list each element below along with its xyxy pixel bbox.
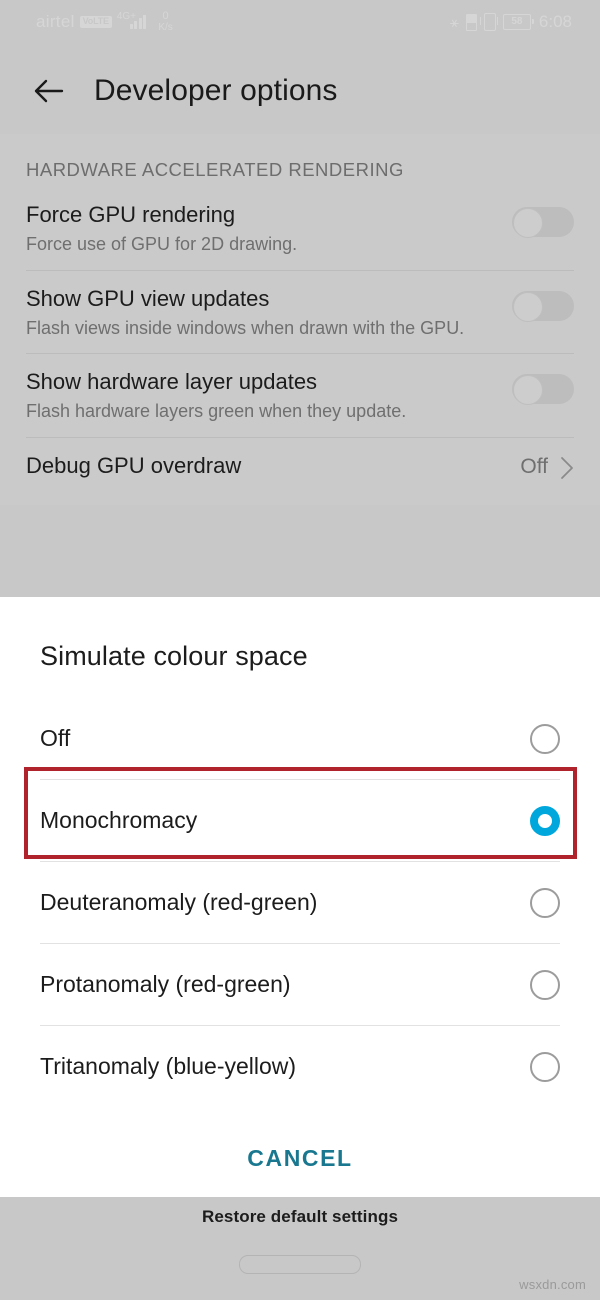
- home-indicator-pill[interactable]: [239, 1255, 361, 1274]
- status-bar-right: ⚹ 58 6:08: [450, 12, 572, 32]
- option-row-monochromacy[interactable]: Monochromacy: [0, 780, 600, 861]
- setting-row-force-gpu-rendering[interactable]: Force GPU rendering Force use of GPU for…: [0, 187, 600, 270]
- radio-button-off[interactable]: [530, 723, 560, 754]
- data-rate-unit: K/s: [158, 22, 173, 33]
- carrier-label: airtel: [36, 12, 75, 31]
- volte-badge-icon: VoLTE: [79, 16, 112, 28]
- setting-title: Show hardware layer updates: [26, 369, 318, 395]
- watermark-label: wsxdn.com: [519, 1277, 586, 1292]
- option-label: Monochromacy: [40, 807, 198, 833]
- option-label: Tritanomaly (blue-yellow): [40, 1053, 297, 1079]
- option-label: Deuteranomaly (red-green): [40, 889, 318, 915]
- toggle-knob: [513, 375, 543, 406]
- radio-button-tritanomaly[interactable]: [530, 1051, 560, 1082]
- option-row-deuteranomaly[interactable]: Deuteranomaly (red-green): [0, 862, 600, 943]
- toggle-switch-force-gpu-rendering[interactable]: [512, 207, 574, 238]
- setting-row-debug-gpu-overdraw[interactable]: Debug GPU overdraw Off: [0, 438, 600, 505]
- setting-row-show-hardware-layer-updates[interactable]: Show hardware layer updates Flash hardwa…: [0, 354, 600, 437]
- radio-button-deuteranomaly[interactable]: [530, 887, 560, 918]
- setting-texts: Debug GPU overdraw: [26, 452, 520, 480]
- radio-button-protanomaly[interactable]: [530, 969, 560, 1000]
- option-label: Protanomaly (red-green): [40, 971, 291, 997]
- developer-options-screen: airtel VoLTE 4G+ 0 K/s ⚹ 58 6:08 Develop…: [0, 0, 600, 600]
- status-bar: airtel VoLTE 4G+ 0 K/s ⚹ 58 6:08: [0, 0, 600, 48]
- simulate-colour-space-dialog: Simulate colour space Off Monochromacy D…: [0, 597, 600, 1197]
- setting-value: Off: [520, 454, 548, 478]
- toggle-switch-show-hardware-layer-updates[interactable]: [512, 374, 574, 406]
- radio-button-monochromacy[interactable]: [530, 805, 560, 836]
- toggle-knob: [513, 208, 543, 238]
- setting-texts: Force GPU rendering Force use of GPU for…: [26, 201, 512, 257]
- settings-list: HARDWARE ACCELERATED RENDERING Force GPU…: [0, 134, 600, 505]
- colour-space-option-list: Off Monochromacy Deuteranomaly (red-gree…: [0, 698, 600, 1107]
- action-bar: Developer options: [0, 48, 600, 134]
- network-signal-icon: 4G+: [117, 11, 147, 29]
- setting-subtitle: Force use of GPU for 2D drawing.: [26, 234, 298, 255]
- toggle-knob: [513, 291, 543, 322]
- setting-texts: Show hardware layer updates Flash hardwa…: [26, 368, 512, 424]
- setting-row-show-gpu-view-updates[interactable]: Show GPU view updates Flash views inside…: [0, 271, 600, 354]
- setting-title: Debug GPU overdraw: [26, 452, 242, 478]
- option-row-off[interactable]: Off: [0, 698, 600, 779]
- status-bar-left: airtel VoLTE 4G+ 0 K/s: [36, 11, 173, 33]
- setting-subtitle: Flash views inside windows when drawn wi…: [26, 317, 465, 338]
- setting-subtitle: Flash hardware layers green when they up…: [26, 401, 407, 422]
- cancel-button[interactable]: CANCEL: [227, 1133, 372, 1184]
- setting-texts: Show GPU view updates Flash views inside…: [26, 285, 512, 341]
- setting-title: Force GPU rendering: [26, 202, 236, 227]
- option-label: Off: [40, 725, 71, 751]
- battery-icon: 58: [502, 14, 534, 30]
- vibrate-icon: [479, 13, 498, 31]
- toggle-switch-show-gpu-view-updates[interactable]: [512, 290, 574, 322]
- phone-screen: airtel VoLTE 4G+ 0 K/s ⚹ 58 6:08 Develop…: [0, 0, 600, 1300]
- option-row-tritanomaly[interactable]: Tritanomaly (blue-yellow): [0, 1026, 600, 1107]
- section-header: HARDWARE ACCELERATED RENDERING: [26, 159, 404, 180]
- restore-default-settings-label[interactable]: Restore default settings: [0, 1197, 600, 1227]
- sim-card-icon: [465, 13, 477, 31]
- option-row-protanomaly[interactable]: Protanomaly (red-green): [0, 944, 600, 1025]
- chevron-right-icon: [560, 456, 574, 485]
- setting-title: Show GPU view updates: [26, 285, 270, 311]
- dialog-title: Simulate colour space: [40, 641, 308, 671]
- page-title: Developer options: [94, 74, 338, 107]
- data-rate-indicator: 0 K/s: [158, 11, 172, 33]
- bottom-system-bar: Restore default settings wsxdn.com: [0, 1197, 600, 1300]
- clock-label: 6:08: [538, 12, 572, 31]
- bluetooth-icon: ⚹: [449, 13, 459, 31]
- network-type-label: 4G+: [116, 11, 137, 22]
- data-rate-value: 0: [162, 10, 169, 22]
- arrow-left-icon[interactable]: [30, 72, 68, 110]
- dialog-actions: CANCEL: [0, 1133, 600, 1184]
